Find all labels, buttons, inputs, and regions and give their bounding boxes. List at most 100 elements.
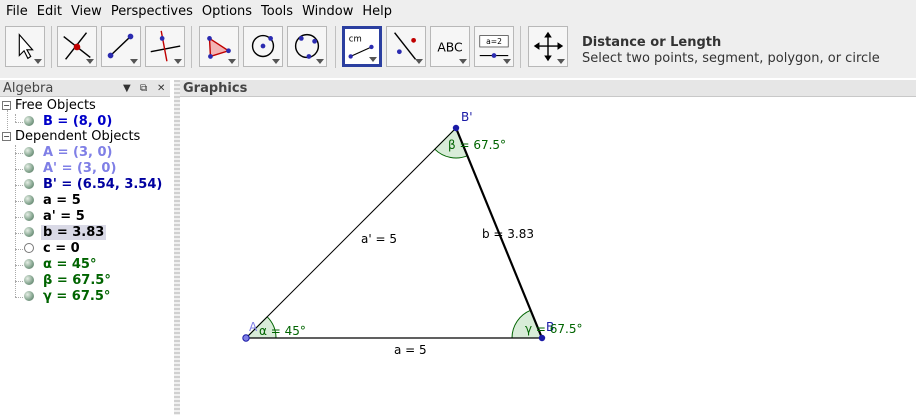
label-segment-a: a = 5 xyxy=(394,343,427,357)
point-tool-button[interactable] xyxy=(57,26,97,67)
menu-help[interactable]: Help xyxy=(359,0,398,23)
chevron-down-icon xyxy=(503,59,511,64)
algebra-object-row[interactable]: a = 5 xyxy=(24,193,83,209)
graphics-canvas[interactable]: B' A B a = 5 a' = 5 b = 3.83 α = 45° β =… xyxy=(180,98,916,415)
menu-bar: File Edit View Perspectives Options Tool… xyxy=(0,0,916,23)
algebra-object-value[interactable]: B' = (6.54, 3.54) xyxy=(41,177,164,192)
menu-file[interactable]: File xyxy=(3,0,34,23)
circle-tool-button[interactable] xyxy=(243,26,283,67)
label-b-prime: B' xyxy=(461,110,473,124)
algebra-object-value[interactable]: c = 0 xyxy=(41,241,82,256)
distance-tool-button[interactable]: cm xyxy=(342,26,382,67)
visible-object-toggle-icon[interactable] xyxy=(24,259,34,269)
free-objects-label: Free Objects xyxy=(15,98,96,113)
menu-options[interactable]: Options xyxy=(199,0,258,23)
algebra-view: − Free Objects B = (8, 0) − Dependent Obje… xyxy=(0,98,174,415)
visible-object-toggle-icon[interactable] xyxy=(24,179,34,189)
algebra-object-row[interactable]: γ = 67.5° xyxy=(24,289,112,305)
point-b-prime[interactable] xyxy=(452,124,460,132)
toolbar: cm ABC a=2 Distance or Length Select two… xyxy=(0,23,916,78)
tree-node-free-objects[interactable]: − Free Objects xyxy=(2,98,96,114)
menu-view[interactable]: View xyxy=(68,0,108,23)
slider-tool-label: a=2 xyxy=(486,37,502,46)
move-graphics-view-button[interactable] xyxy=(528,26,568,67)
label-a-point: A xyxy=(249,320,258,334)
visible-object-toggle-icon[interactable] xyxy=(24,163,34,173)
visible-object-toggle-icon[interactable] xyxy=(24,227,34,237)
algebra-object-row[interactable]: c = 0 xyxy=(24,241,82,257)
label-angle-gamma: γ = 67.5° xyxy=(525,322,583,336)
algebra-object-row[interactable]: α = 45° xyxy=(24,257,98,273)
text-tool-button[interactable]: ABC xyxy=(430,26,470,67)
dependent-objects-label: Dependent Objects xyxy=(15,129,141,144)
menu-perspectives[interactable]: Perspectives xyxy=(108,0,199,23)
graphics-view-header: Graphics xyxy=(180,80,916,97)
tool-help-description: Select two points, segment, polygon, or … xyxy=(582,51,880,66)
chevron-down-icon xyxy=(174,59,182,64)
segment-tool-button[interactable] xyxy=(101,26,141,67)
visible-object-toggle-icon[interactable] xyxy=(24,211,34,221)
algebra-view-header: Algebra ▼ ⧉ ✕ xyxy=(0,80,170,97)
graphics-view-title: Graphics xyxy=(183,81,248,96)
algebra-object-value[interactable]: a' = 5 xyxy=(41,209,87,224)
algebra-view-title: Algebra xyxy=(3,81,54,96)
menu-tools[interactable]: Tools xyxy=(258,0,299,23)
algebra-object-value[interactable]: a = 5 xyxy=(41,193,83,208)
hidden-object-toggle-icon[interactable] xyxy=(24,243,34,253)
chevron-down-icon xyxy=(557,59,565,64)
chevron-down-icon xyxy=(228,59,236,64)
algebra-object-value[interactable]: A' = (3, 0) xyxy=(41,161,118,176)
chevron-down-icon xyxy=(34,59,42,64)
collapse-icon[interactable]: − xyxy=(2,101,11,110)
visible-object-toggle-icon[interactable] xyxy=(24,275,34,285)
algebra-object-row[interactable]: B = (8, 0) xyxy=(24,114,114,130)
algebra-object-row[interactable]: A = (3, 0) xyxy=(24,145,114,161)
visible-object-toggle-icon[interactable] xyxy=(24,147,34,157)
close-icon[interactable]: ✕ xyxy=(157,80,165,97)
polygon-tool-button[interactable] xyxy=(199,26,239,67)
move-tool-button[interactable] xyxy=(5,26,45,67)
point-a[interactable] xyxy=(242,334,250,342)
undock-icon[interactable]: ⧉ xyxy=(140,80,147,97)
label-segment-a-prime: a' = 5 xyxy=(361,232,397,246)
algebra-object-value[interactable]: b = 3.83 xyxy=(41,225,107,240)
label-segment-b: b = 3.83 xyxy=(482,227,534,241)
menu-edit[interactable]: Edit xyxy=(34,0,68,23)
chevron-down-icon xyxy=(86,59,94,64)
algebra-object-value[interactable]: β = 67.5° xyxy=(41,273,113,288)
tool-help-title: Distance or Length xyxy=(582,35,722,50)
tree-node-dependent-objects[interactable]: − Dependent Objects xyxy=(2,129,140,145)
dropdown-icon[interactable]: ▼ xyxy=(123,80,131,97)
visible-object-toggle-icon[interactable] xyxy=(24,195,34,205)
algebra-object-row[interactable]: b = 3.83 xyxy=(24,225,107,241)
visible-object-toggle-icon[interactable] xyxy=(24,116,34,126)
algebra-object-value[interactable]: B = (8, 0) xyxy=(41,114,114,129)
text-tool-label: ABC xyxy=(437,41,462,55)
algebra-object-row[interactable]: a' = 5 xyxy=(24,209,87,225)
chevron-down-icon xyxy=(272,59,280,64)
perpendicular-tool-button[interactable] xyxy=(145,26,185,67)
label-angle-alpha: α = 45° xyxy=(259,324,306,338)
algebra-object-row[interactable]: B' = (6.54, 3.54) xyxy=(24,177,164,193)
algebra-object-value[interactable]: α = 45° xyxy=(41,257,98,272)
segment-a-prime[interactable] xyxy=(245,127,457,339)
distance-tool-label: cm xyxy=(349,34,362,44)
chevron-down-icon xyxy=(130,59,138,64)
circle-three-points-tool-button[interactable] xyxy=(287,26,327,67)
chevron-down-icon xyxy=(415,59,423,64)
reflect-tool-button[interactable] xyxy=(386,26,426,67)
tool-help: Distance or Length Select two points, se… xyxy=(582,35,880,67)
algebra-object-row[interactable]: A' = (3, 0) xyxy=(24,161,118,177)
algebra-object-value[interactable]: A = (3, 0) xyxy=(41,145,114,160)
chevron-down-icon xyxy=(369,57,377,62)
slider-tool-button[interactable]: a=2 xyxy=(474,26,514,67)
collapse-icon[interactable]: − xyxy=(2,132,11,141)
chevron-down-icon xyxy=(459,59,467,64)
algebra-object-value[interactable]: γ = 67.5° xyxy=(41,289,112,304)
graphics-view[interactable]: B' A B a = 5 a' = 5 b = 3.83 α = 45° β =… xyxy=(180,98,916,415)
chevron-down-icon xyxy=(316,59,324,64)
visible-object-toggle-icon[interactable] xyxy=(24,291,34,301)
algebra-object-row[interactable]: β = 67.5° xyxy=(24,273,113,289)
label-angle-beta: β = 67.5° xyxy=(448,138,506,152)
menu-window[interactable]: Window xyxy=(299,0,359,23)
